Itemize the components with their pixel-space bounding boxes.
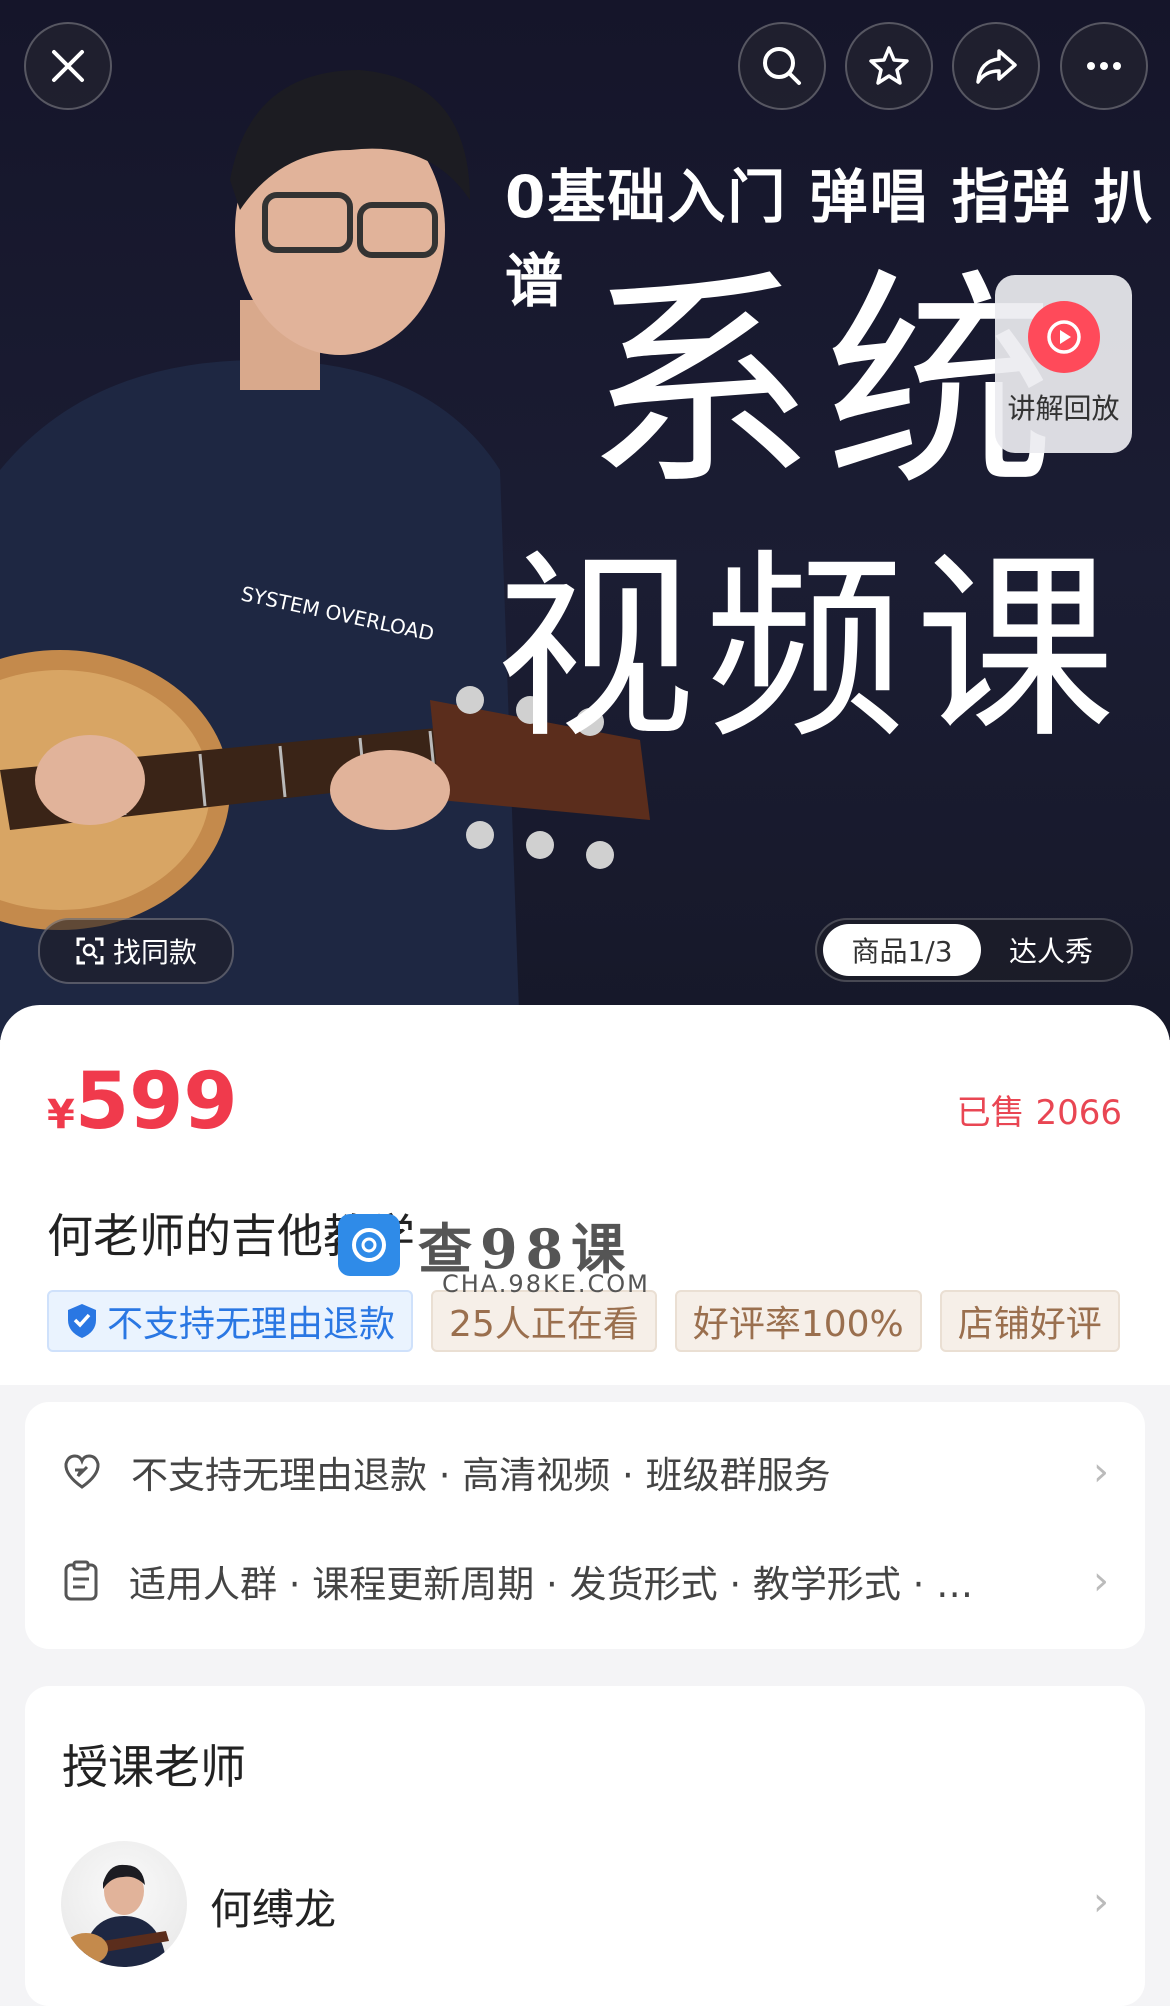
watermark-url: CHA.98KE.COM — [442, 1270, 650, 1298]
scan-icon — [76, 937, 104, 965]
currency-symbol: ¥ — [47, 1092, 75, 1138]
price-card: ¥599 已售 2066 何老师的吉他教学 不支持无理由退款 25人正在看 好评… — [0, 1005, 1170, 1385]
star-icon — [869, 46, 909, 85]
sold-count: 已售 2066 — [956, 1093, 1122, 1133]
teacher-section-title: 授课老师 — [62, 1740, 246, 1794]
replay-label: 讲解回放 — [1007, 392, 1120, 425]
watermark-logo-icon — [338, 1213, 400, 1276]
service-guarantee-text: 不支持无理由退款 · 高清视频 · 班级群服务 — [131, 1454, 831, 1497]
favorite-button[interactable] — [845, 22, 933, 110]
live-replay-button[interactable]: 讲解回放 — [995, 275, 1132, 453]
hero-headline-line1: 系统 — [585, 251, 1066, 518]
close-icon — [52, 50, 84, 82]
play-icon — [1027, 301, 1100, 373]
teacher-card: 授课老师 何缚龙 › — [25, 1686, 1145, 2006]
chevron-right-icon: › — [1093, 1558, 1109, 1604]
search-button[interactable] — [738, 22, 826, 110]
search-icon — [763, 47, 801, 85]
find-similar-button[interactable]: 找同款 — [38, 918, 234, 984]
badge-label: 不支持无理由退款 — [107, 1304, 396, 1345]
tab-showcase[interactable]: 达人秀 — [981, 924, 1121, 976]
service-params-row[interactable]: 适用人群 · 课程更新周期 · 发货形式 · 教学形式 · … › — [61, 1541, 1109, 1621]
chevron-right-icon[interactable]: › — [1093, 1879, 1109, 1925]
find-similar-label: 找同款 — [112, 936, 197, 969]
media-tabs: 商品1/3 达人秀 — [815, 918, 1133, 982]
share-button[interactable] — [952, 22, 1040, 110]
clipboard-icon — [64, 1560, 98, 1601]
badge-store-rating[interactable]: 店铺好评 — [939, 1290, 1120, 1352]
badge-rating[interactable]: 好评率100% — [674, 1290, 922, 1352]
hero-headline-line2: 视频课 — [495, 533, 1126, 766]
badge-viewers[interactable]: 25人正在看 — [431, 1290, 657, 1352]
more-icon — [1087, 62, 1121, 70]
tab-product[interactable]: 商品1/3 — [823, 924, 981, 976]
heart-shield-icon — [64, 1454, 100, 1489]
close-button[interactable] — [24, 22, 112, 110]
share-icon — [976, 49, 1017, 84]
teacher-avatar[interactable] — [61, 1841, 187, 1967]
price: ¥599 — [47, 1057, 238, 1147]
more-button[interactable] — [1060, 22, 1148, 110]
chevron-right-icon: › — [1093, 1449, 1109, 1495]
service-guarantee-row[interactable]: 不支持无理由退款 · 高清视频 · 班级群服务 › — [61, 1432, 1109, 1512]
price-value: 599 — [74, 1057, 238, 1147]
product-hero-image[interactable]: SYSTEM OVERLOAD 0基础入门 弹唱 指弹 扒谱 系统 视频课 讲解… — [0, 0, 1170, 1040]
badge-refund-policy[interactable]: 不支持无理由退款 — [47, 1290, 414, 1352]
teacher-name[interactable]: 何缚龙 — [210, 1876, 336, 1937]
service-card: 不支持无理由退款 · 高清视频 · 班级群服务 › 适用人群 · 课程更新周期 … — [25, 1402, 1145, 1649]
service-params-text: 适用人群 · 课程更新周期 · 发货形式 · 教学形式 · … — [129, 1563, 974, 1606]
shield-check-icon — [68, 1304, 96, 1338]
badge-row: 不支持无理由退款 25人正在看 好评率100% 店铺好评 — [47, 1290, 1122, 1354]
